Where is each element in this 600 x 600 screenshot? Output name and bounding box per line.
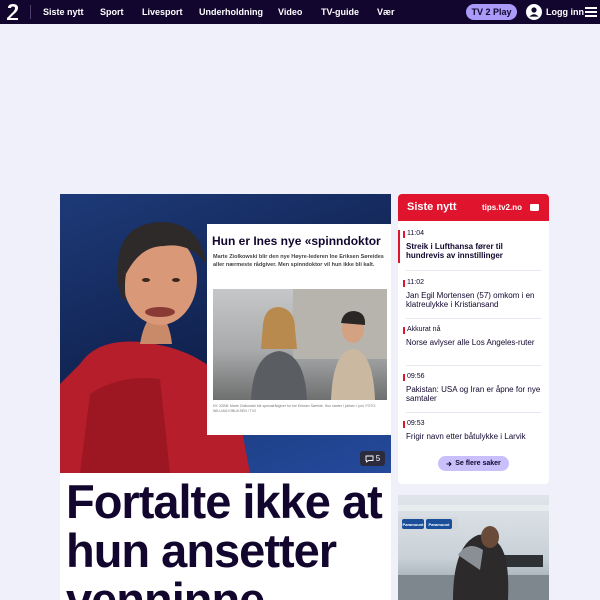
see-more-button[interactable]: Se flere saker xyxy=(438,456,509,471)
inset-body: Marte Ziolkowski blir den nye Høyre-lede… xyxy=(213,254,384,268)
arrow-right-icon xyxy=(446,461,452,466)
latest-news-title[interactable]: Siste nytt xyxy=(407,201,457,213)
divider xyxy=(406,270,541,271)
news-headline[interactable]: Norse avlyser alle Los Angeles-ruter xyxy=(406,338,542,347)
inset-photo xyxy=(213,289,387,400)
user-icon[interactable] xyxy=(526,4,542,20)
news-time: 09:56 xyxy=(403,373,425,381)
inset-article-card: Hun er Ines nye «spinndoktor Marte Ziolk… xyxy=(207,224,391,435)
tv2-play-button[interactable]: TV 2 Play xyxy=(466,4,517,20)
divider xyxy=(406,318,541,319)
latest-news-header: Siste nytt tips.tv2.no xyxy=(398,194,549,221)
article-thumbnail[interactable]: Paramount Paramount xyxy=(398,495,549,600)
latest-news-panel: Siste nytt tips.tv2.no 11:04 Streik i Lu… xyxy=(398,194,549,484)
news-headline[interactable]: Pakistan: USA og Iran er åpne for nye sa… xyxy=(406,385,542,403)
nav-sport[interactable]: Sport xyxy=(100,0,124,24)
news-time: Akkurat nå xyxy=(402,326,441,334)
inset-headline: Hun er Ines nye «spinndoktor xyxy=(212,234,381,248)
news-headline[interactable]: Streik i Lufthansa fører til hundrevis a… xyxy=(406,242,542,260)
login-link[interactable]: Logg inn xyxy=(546,0,584,24)
see-more-label: Se flere saker xyxy=(455,460,501,467)
divider xyxy=(406,365,541,366)
nav-siste-nytt[interactable]: Siste nytt xyxy=(43,0,84,24)
news-time: 09:53 xyxy=(403,420,425,428)
nav-vaer[interactable]: Vær xyxy=(377,0,395,24)
news-time: 11:02 xyxy=(403,279,424,287)
inset-caption: NY JOBB: Marte Ziolkowski blir spesialrå… xyxy=(213,404,377,413)
mail-icon[interactable] xyxy=(530,204,539,215)
nav-video[interactable]: Video xyxy=(278,0,302,24)
news-headline[interactable]: Frigir navn etter båtulykke i Larvik xyxy=(406,432,542,441)
tv2-logo[interactable] xyxy=(6,3,20,21)
tips-link[interactable]: tips.tv2.no xyxy=(482,203,522,212)
breaking-marker xyxy=(398,230,400,263)
logo-divider xyxy=(30,5,31,19)
airline-sign-text: Paramount xyxy=(402,521,424,527)
nav-underholdning[interactable]: Underholdning xyxy=(199,0,263,24)
airport-photo-illustration xyxy=(398,505,549,600)
hamburger-menu-icon[interactable] xyxy=(585,7,597,17)
hero-headline[interactable]: Fortalte ikke at hun ansetter venninne xyxy=(66,477,386,600)
airline-sign-text: Paramount xyxy=(428,521,450,527)
divider xyxy=(406,412,541,413)
comment-icon xyxy=(365,455,374,463)
top-navigation-bar: Siste nytt Sport Livesport Underholdning… xyxy=(0,0,600,24)
hero-headline-block[interactable]: Fortalte ikke at hun ansetter venninne xyxy=(60,473,391,600)
news-time: 11:04 xyxy=(403,230,424,238)
comment-count-badge[interactable]: 5 xyxy=(360,451,385,466)
nav-tv-guide[interactable]: TV-guide xyxy=(321,0,359,24)
nav-livesport[interactable]: Livesport xyxy=(142,0,183,24)
comment-count: 5 xyxy=(375,454,381,463)
hero-image[interactable]: Hun er Ines nye «spinndoktor Marte Ziolk… xyxy=(60,194,391,473)
news-headline[interactable]: Jan Egil Mortensen (57) omkom i en klatr… xyxy=(406,291,542,309)
